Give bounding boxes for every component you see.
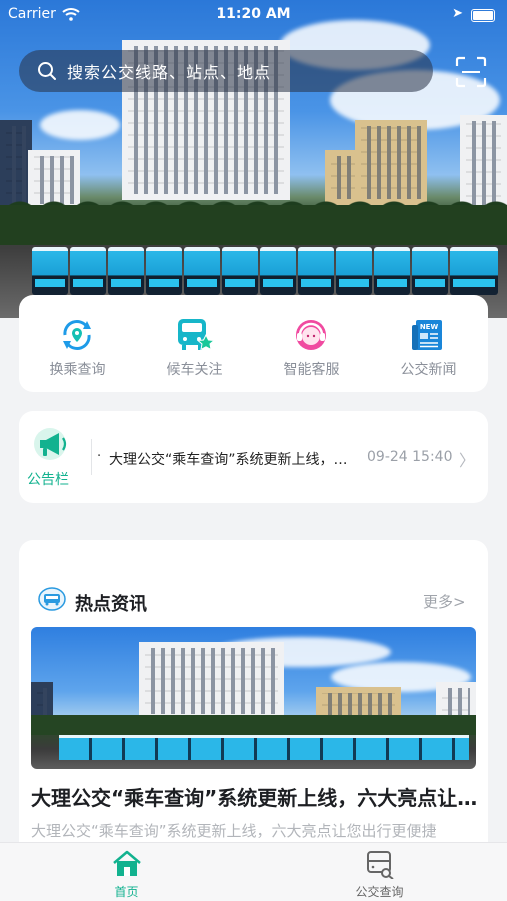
hot-news-card: 热点资讯 更多> 大理公交“乘车查询”系统更新上线，六大亮点让您出行更便捷 大理… [19,540,488,860]
bus [108,247,144,295]
hero-banner [0,0,507,318]
transfer-icon [63,320,91,350]
more-link[interactable]: 更多> [423,591,466,612]
notice-board[interactable]: 公告栏 · 大理公交“乘车查询”系统更新上线，六大亮点让您出行更便捷 09-24… [19,411,488,503]
news-icon: NEW [412,320,442,350]
quick-action-bus-watch[interactable]: 候车关注 [136,295,253,392]
tab-bus-query[interactable]: 公交查询 [253,843,506,901]
bus [146,247,182,295]
bus [222,247,258,295]
news-summary: 大理公交“乘车查询”系统更新上线，六大亮点让您出行更便捷 [31,822,437,840]
quick-action-news[interactable]: NEW 公交新闻 [370,295,487,392]
trees [31,715,476,735]
tab-label: 首页 [114,885,139,899]
bus [336,247,372,295]
bus-star-icon [178,319,214,351]
bus-search-icon [367,851,394,879]
quick-action-transfer[interactable]: 换乘查询 [19,295,136,392]
quick-actions-card: 换乘查询 候车关注 智能客服 NEW 公交新闻 [19,295,488,392]
search-bar[interactable]: 搜索公交线路、站点、地点 [19,50,433,92]
quick-action-label: 换乘查询 [49,362,106,378]
news-image[interactable] [31,627,476,769]
tab-label: 公交查询 [355,885,404,899]
bus-logo-icon [38,587,66,611]
tab-bar: 首页 公交查询 [0,842,507,901]
bus [70,247,106,295]
bullet: · [97,449,102,464]
notice-date: 09-24 15:40 [367,449,453,465]
search-icon [38,62,56,80]
bus [32,247,68,295]
bus [374,247,410,295]
bus [260,247,296,295]
building-main [139,642,284,720]
svg-text:NEW: NEW [420,323,439,331]
divider [91,439,92,475]
news-headline[interactable]: 大理公交“乘车查询”系统更新上线，六大亮点让您出行更便捷 [31,782,478,811]
clock: 11:20 AM [216,6,291,22]
trees [0,205,507,245]
customer-service-icon [296,320,326,350]
status-bar: Carrier 11:20 AM ➤ [0,0,507,30]
bus [412,247,448,295]
scan-icon[interactable] [455,56,487,88]
notice-text: 大理公交“乘车查询”系统更新上线，六大亮点让您出行更便捷 [109,452,357,468]
notice-label: 公告栏 [27,472,69,488]
bus-row [59,735,469,760]
location-arrow-icon: ➤ [452,6,463,21]
chevron-right-icon: 〉 [459,451,476,470]
quick-action-label: 候车关注 [166,362,223,378]
quick-action-label: 公交新闻 [400,362,457,378]
home-icon [113,850,141,876]
quick-action-customer-service[interactable]: 智能客服 [253,295,370,392]
search-placeholder: 搜索公交线路、站点、地点 [67,63,272,82]
battery-icon [471,9,495,22]
section-title: 热点资讯 [75,594,147,615]
cloud [40,110,120,140]
bus [184,247,220,295]
bus [450,247,498,295]
bus [298,247,334,295]
tab-home[interactable]: 首页 [0,843,253,901]
quick-action-label: 智能客服 [283,362,340,378]
megaphone-icon [34,428,67,460]
